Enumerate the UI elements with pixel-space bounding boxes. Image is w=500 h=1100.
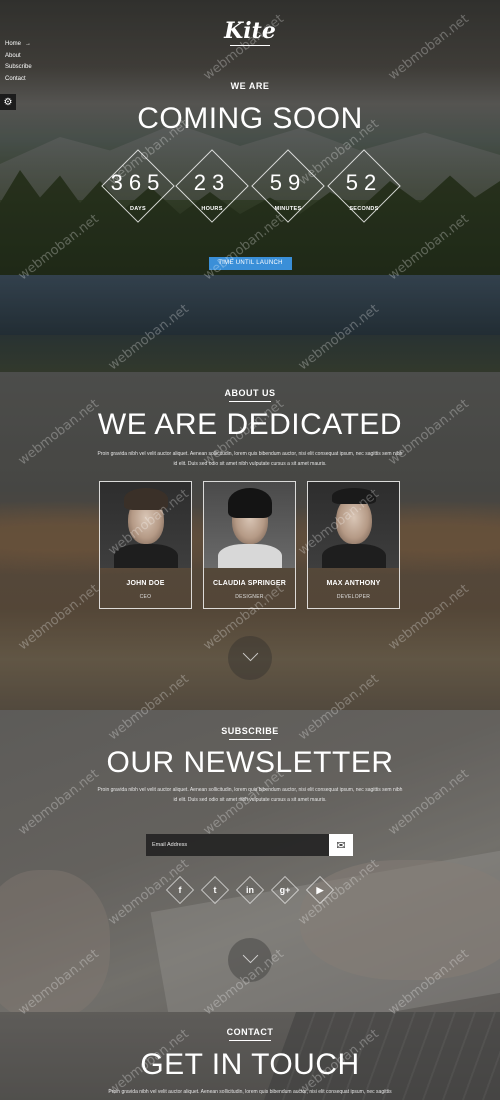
scroll-down-button[interactable]	[228, 636, 272, 680]
team-card-claudia-springer[interactable]: CLAUDIA SPRINGER DESIGNER	[203, 481, 296, 609]
countdown-days: 365 DAYS	[98, 149, 178, 230]
chevron-down-icon	[242, 947, 259, 964]
email-input[interactable]	[146, 834, 329, 856]
countdown-seconds: 52 SECONDS	[324, 149, 404, 230]
newsletter-form: ✉	[146, 834, 353, 856]
team-card-max-anthony[interactable]: MAX ANTHONY DEVELOPER	[307, 481, 400, 609]
side-nav: Home → About Subscribe Contact	[5, 39, 32, 85]
scroll-down-button[interactable]	[228, 938, 272, 982]
chevron-down-icon	[242, 645, 259, 662]
contact-title: GET IN TOUCH	[140, 1048, 360, 1081]
countdown-minutes-value: 59	[269, 170, 307, 195]
team-role: DEVELOPER	[336, 594, 371, 600]
countdown-hours: 23 HOURS	[172, 149, 252, 230]
newsletter-title: OUR NEWSLETTER	[106, 746, 394, 779]
newsletter-divider	[229, 739, 271, 740]
team-role: DESIGNER	[235, 594, 264, 600]
countdown-days-value: 365	[110, 170, 166, 195]
countdown-minutes-label: MINUTES	[274, 206, 302, 212]
countdown-hours-label: HOURS	[201, 206, 223, 212]
contact-kicker: CONTACT	[226, 1027, 274, 1037]
team-name: JOHN DOE	[126, 580, 165, 587]
nav-item-about[interactable]: About	[5, 51, 32, 63]
newsletter-kicker: SUBSCRIBE	[221, 726, 279, 736]
about-title: WE ARE DEDICATED	[97, 408, 403, 441]
team-photo	[100, 482, 191, 568]
logo-divider	[230, 45, 270, 46]
nav-item-subscribe[interactable]: Subscribe	[5, 62, 32, 74]
team-photo	[204, 482, 295, 568]
time-until-launch-button[interactable]: TIME UNTIL LAUNCH	[209, 257, 292, 270]
envelope-icon[interactable]: ✉	[329, 834, 353, 856]
newsletter-paragraph: Proin gravida nibh vel velit auctor aliq…	[97, 787, 403, 803]
countdown-hours-value: 23	[193, 170, 231, 195]
countdown: 365 DAYS 23 HOURS 59 MINUTES 52 SECONDS	[0, 149, 500, 240]
twitter-icon[interactable]: t	[200, 875, 230, 905]
about-divider	[229, 401, 271, 402]
countdown-seconds-label: SECONDS	[349, 206, 379, 212]
team-card-john-doe[interactable]: JOHN DOE CEO	[99, 481, 192, 609]
team-name: MAX ANTHONY	[326, 580, 381, 587]
contact-divider	[229, 1040, 271, 1041]
facebook-icon[interactable]: f	[165, 875, 195, 905]
countdown-seconds-value: 52	[345, 170, 383, 195]
countdown-minutes: 59 MINUTES	[248, 149, 328, 230]
about-paragraph: Proin gravida nibh vel velit auctor aliq…	[97, 451, 403, 467]
contact-paragraph: Proin gravida nibh vel velit auctor aliq…	[108, 1089, 392, 1095]
about-kicker: ABOUT US	[224, 388, 276, 398]
site-logo[interactable]: Kite	[0, 18, 500, 44]
hero-title: COMING SOON	[137, 102, 363, 135]
hero-kicker: WE ARE	[230, 81, 270, 91]
youtube-icon[interactable]: ▶	[305, 875, 335, 905]
team-role: CEO	[139, 594, 152, 600]
google-plus-icon[interactable]: g+	[270, 875, 300, 905]
team-photo	[308, 482, 399, 568]
countdown-days-label: DAYS	[130, 206, 146, 212]
linkedin-icon[interactable]: in	[235, 875, 265, 905]
team-name: CLAUDIA SPRINGER	[213, 580, 286, 587]
